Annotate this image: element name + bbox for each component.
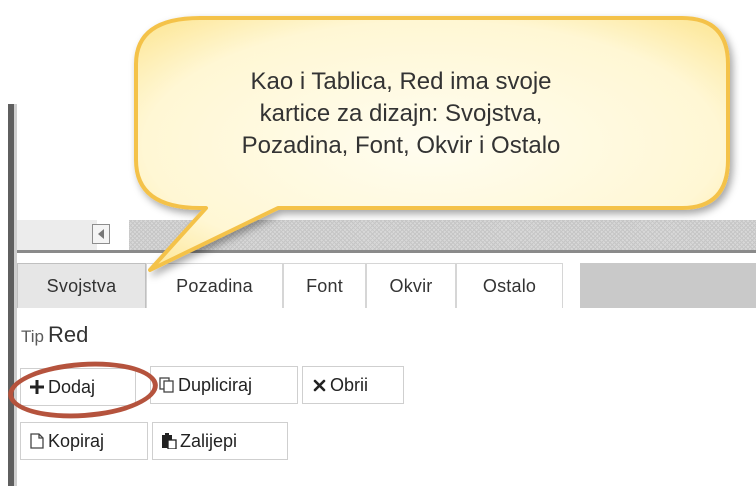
callout-text: Kao i Tablica, Red ima svoje kartice za … [176,66,626,162]
callout-line-3: Pozadina, Font, Okvir i Ostalo [241,132,561,159]
callout-line-1: Kao i Tablica, Red ima svoje [250,68,552,95]
callout-line-2: kartice za dizajn: Svojstva, [259,100,543,127]
